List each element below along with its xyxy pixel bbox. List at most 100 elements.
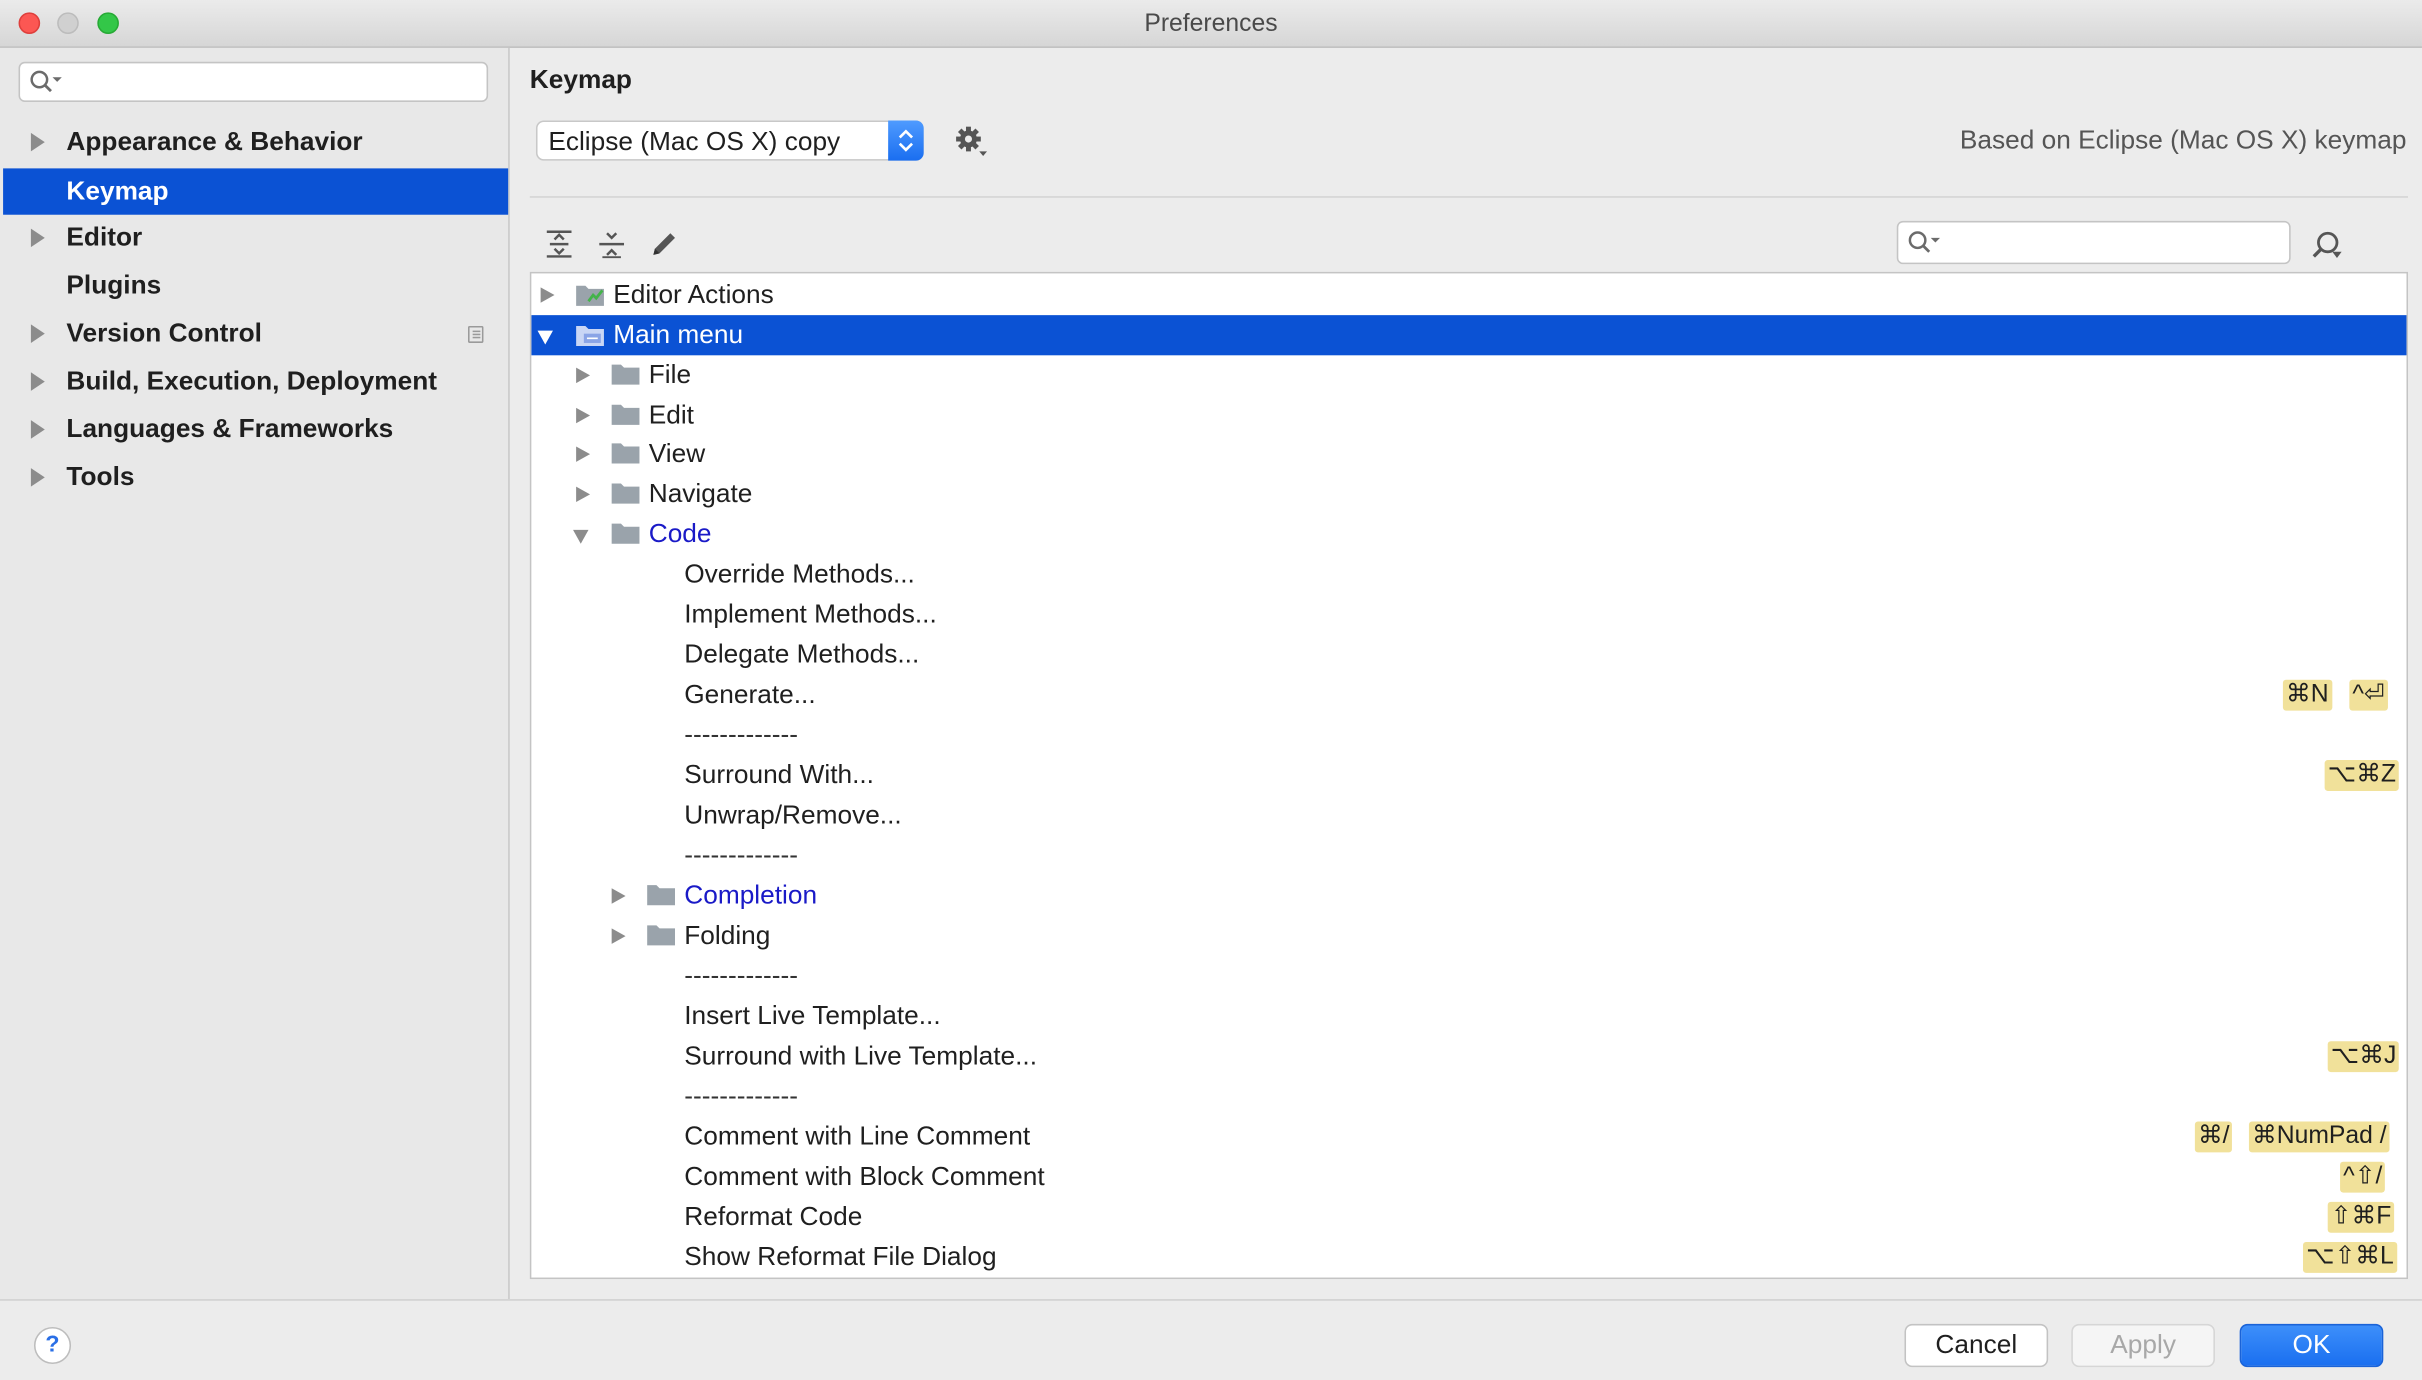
tree-row-label: Comment with Line Comment <box>684 1121 1031 1151</box>
shortcut-badge: ^⇧/ <box>2340 1161 2386 1193</box>
tree-row-override-methods[interactable]: Override Methods... <box>531 555 2406 595</box>
tree-row-navigate[interactable]: Navigate <box>531 474 2406 514</box>
expand-arrow-icon[interactable] <box>611 888 626 904</box>
tree-row-surround-with[interactable]: Surround With... ⌥⌘Z <box>531 755 2406 795</box>
collapse-arrow-icon[interactable] <box>573 529 589 544</box>
expand-arrow-icon[interactable] <box>30 372 45 391</box>
tree-row-comment-line[interactable]: Comment with Line Comment ⌘/ ⌘NumPad / <box>531 1117 2406 1157</box>
tree-row-unwrap-remove[interactable]: Unwrap/Remove... <box>531 796 2406 836</box>
expand-arrow-icon[interactable] <box>576 486 591 503</box>
tree-row-surround-with-live-template[interactable]: Surround with Live Template... ⌥⌘J <box>531 1037 2406 1077</box>
collapse-all-icon[interactable] <box>596 229 627 260</box>
tree-row-folding[interactable]: Folding <box>531 916 2406 956</box>
expand-arrow-icon[interactable] <box>576 446 591 462</box>
expand-arrow-icon[interactable] <box>611 928 626 944</box>
keymap-search-input[interactable] <box>1896 220 2291 265</box>
sidebar-item-keymap[interactable]: Keymap <box>3 168 509 215</box>
expand-arrow-icon[interactable] <box>30 324 45 343</box>
keymap-actions-tree[interactable]: Editor Actions Main menu File Edit View … <box>529 271 2409 1280</box>
tree-row-label: File <box>648 359 692 390</box>
expand-arrow-icon[interactable] <box>576 367 591 384</box>
tree-row-separator: ------------- <box>531 836 2406 876</box>
gear-icon[interactable] <box>955 125 989 159</box>
settings-sidebar: Appearance & Behavior Keymap Editor Plug… <box>0 47 510 1300</box>
tree-row-separator: ------------- <box>531 715 2406 755</box>
tree-row-generate[interactable]: Generate... ⌘N ^⏎ <box>531 675 2406 715</box>
expand-arrow-icon[interactable] <box>30 468 45 487</box>
apply-button[interactable]: Apply <box>2071 1323 2215 1368</box>
expand-arrow-icon[interactable] <box>30 132 45 152</box>
separator-label: ------------- <box>684 1081 798 1111</box>
project-config-icon <box>468 325 484 343</box>
main-menu-icon <box>576 325 604 347</box>
tree-row-code[interactable]: Code <box>531 514 2406 554</box>
tree-row-label: Override Methods... <box>684 559 915 589</box>
dialog-button-bar: ? Cancel Apply OK <box>0 1299 2422 1380</box>
tree-row-completion[interactable]: Completion <box>531 876 2406 916</box>
keymap-select-value: Eclipse (Mac OS X) copy <box>548 126 841 157</box>
help-button[interactable]: ? <box>33 1326 72 1365</box>
shortcut-badge: ⌥⌘J <box>2327 1041 2400 1073</box>
divider <box>529 196 2409 198</box>
tree-row-delegate-methods[interactable]: Delegate Methods... <box>531 635 2406 675</box>
sidebar-item-version-control[interactable]: Version Control <box>0 311 508 357</box>
tree-row-edit[interactable]: Edit <box>531 395 2406 435</box>
dropdown-stepper-icon[interactable] <box>888 120 924 161</box>
shortcut-badge: ⌘N <box>2282 679 2332 711</box>
tree-row-editor-actions[interactable]: Editor Actions <box>531 275 2406 315</box>
tree-row-label: Editor Actions <box>613 279 774 309</box>
sidebar-item-build-execution-deployment[interactable]: Build, Execution, Deployment <box>0 358 508 404</box>
sidebar-item-languages-frameworks[interactable]: Languages & Frameworks <box>0 406 508 452</box>
tree-row-label: Folding <box>684 920 771 951</box>
tree-row-label: Insert Live Template... <box>684 1001 941 1031</box>
tree-row-separator: ------------- <box>531 1077 2406 1117</box>
sidebar-item-label: Build, Execution, Deployment <box>66 366 438 396</box>
cancel-button[interactable]: Cancel <box>1904 1323 2049 1368</box>
ok-button[interactable]: OK <box>2239 1323 2384 1368</box>
tree-row-insert-live-template[interactable]: Insert Live Template... <box>531 996 2406 1036</box>
folder-icon <box>647 925 675 946</box>
tree-row-view[interactable]: View <box>531 434 2406 474</box>
expand-all-icon[interactable] <box>544 229 575 260</box>
sidebar-item-label: Version Control <box>66 318 262 348</box>
expand-arrow-icon[interactable] <box>30 420 45 439</box>
folder-icon <box>611 364 640 385</box>
shortcut-badge: ⌥⌘Z <box>2324 760 2400 791</box>
sidebar-item-plugins[interactable]: Plugins <box>0 263 508 309</box>
sidebar-item-label: Appearance & Behavior <box>66 126 363 157</box>
edit-icon[interactable] <box>649 229 680 260</box>
folder-icon <box>611 483 640 504</box>
tree-row-show-reformat-dialog[interactable]: Show Reformat File Dialog ⌥⇧⌘L <box>531 1237 2406 1277</box>
tree-row-label: Navigate <box>648 478 753 509</box>
folder-icon <box>647 885 675 906</box>
find-shortcut-icon[interactable] <box>2311 230 2345 261</box>
sidebar-item-label: Keymap <box>66 176 169 206</box>
tree-row-implement-methods[interactable]: Implement Methods... <box>531 595 2406 635</box>
tree-row-label: Implement Methods... <box>684 599 937 629</box>
sidebar-item-tools[interactable]: Tools <box>0 454 508 500</box>
tree-row-main-menu[interactable]: Main menu <box>531 315 2407 356</box>
tree-row-label: Delegate Methods... <box>684 639 920 669</box>
separator-label: ------------- <box>684 719 798 750</box>
shortcut-badge: ^⏎ <box>2349 679 2388 711</box>
tree-row-reformat-code[interactable]: Reformat Code ⇧⌘F <box>531 1197 2406 1237</box>
tree-row-file[interactable]: File <box>531 355 2406 395</box>
collapse-arrow-icon[interactable] <box>537 330 553 345</box>
sidebar-item-label: Languages & Frameworks <box>66 414 394 444</box>
title-bar: Preferences <box>0 0 2422 48</box>
shortcut-badge: ⇧⌘F <box>2327 1201 2395 1233</box>
expand-arrow-icon[interactable] <box>540 287 555 303</box>
sidebar-item-appearance-behavior[interactable]: Appearance & Behavior <box>0 119 508 165</box>
settings-search-input[interactable] <box>18 61 489 102</box>
expand-arrow-icon[interactable] <box>576 407 591 424</box>
tree-row-label: Edit <box>648 400 694 430</box>
expand-arrow-icon[interactable] <box>30 228 45 248</box>
tree-row-comment-block[interactable]: Comment with Block Comment ^⇧/ <box>531 1157 2406 1197</box>
folder-icon <box>611 404 640 425</box>
sidebar-item-editor[interactable]: Editor <box>0 215 508 261</box>
separator-label: ------------- <box>684 960 798 991</box>
keymap-select[interactable]: Eclipse (Mac OS X) copy <box>535 120 924 161</box>
window-title: Preferences <box>1144 10 1278 38</box>
keymap-panel: Keymap Eclipse (Mac OS X) copy Based on … <box>510 48 2422 1299</box>
tree-row-label: View <box>648 438 706 469</box>
